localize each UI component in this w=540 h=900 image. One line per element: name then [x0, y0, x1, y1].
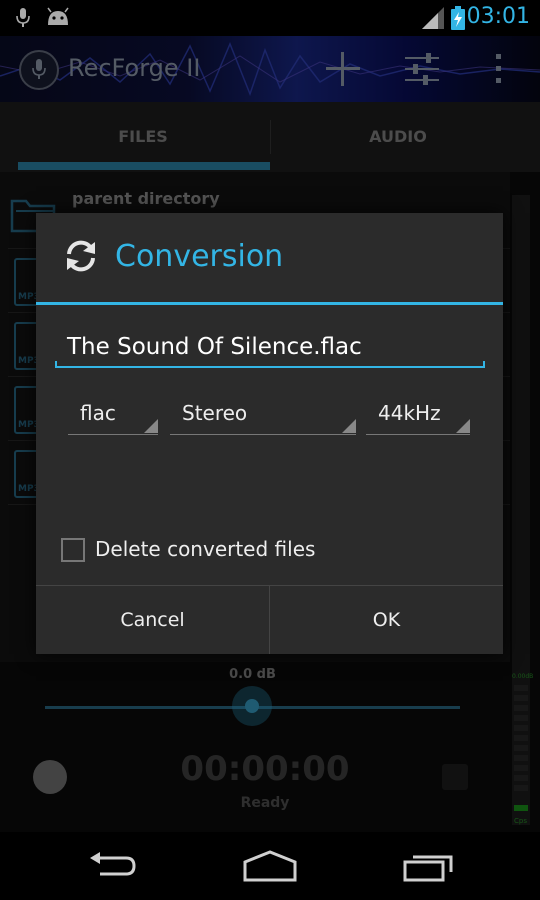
cancel-button[interactable]: Cancel: [36, 586, 269, 654]
spinner-arrow-icon: [342, 419, 356, 433]
conversion-dialog: Conversion The Sound Of Silence.flac fla…: [36, 213, 503, 654]
filename-input[interactable]: The Sound Of Silence.flac: [67, 334, 362, 360]
microphone-icon: [16, 8, 30, 27]
battery-charging-icon: [451, 6, 465, 30]
convert-sync-icon: [67, 240, 95, 272]
android-icon: [47, 7, 69, 25]
status-clock: 03:01: [466, 4, 530, 29]
channels-spinner[interactable]: Stereo: [170, 389, 356, 435]
sample-rate-spinner-value: 44kHz: [378, 401, 441, 425]
delete-converted-checkbox[interactable]: [61, 538, 85, 562]
sample-rate-spinner[interactable]: 44kHz: [366, 389, 470, 435]
channels-spinner-value: Stereo: [182, 401, 248, 425]
navigation-bar: [0, 832, 540, 900]
spinner-underline: [68, 434, 158, 435]
home-icon[interactable]: [243, 850, 297, 882]
back-icon[interactable]: [86, 852, 138, 882]
dialog-title-divider: [36, 302, 503, 305]
delete-converted-label[interactable]: Delete converted files: [95, 537, 315, 561]
filename-input-edge: [483, 361, 485, 367]
dialog-title: Conversion: [115, 239, 284, 274]
spinner-underline: [170, 434, 356, 435]
status-bar: 03:01: [0, 0, 540, 36]
signal-icon: [422, 7, 444, 29]
format-spinner-value: flac: [80, 401, 116, 425]
spinner-arrow-icon: [144, 419, 158, 433]
spinner-underline: [366, 434, 470, 435]
ok-button[interactable]: OK: [270, 586, 503, 654]
format-spinner[interactable]: flac: [68, 389, 158, 435]
recent-apps-icon[interactable]: [403, 852, 455, 882]
filename-input-underline: [55, 366, 485, 368]
spinner-arrow-icon: [456, 419, 470, 433]
filename-input-edge: [55, 361, 57, 367]
